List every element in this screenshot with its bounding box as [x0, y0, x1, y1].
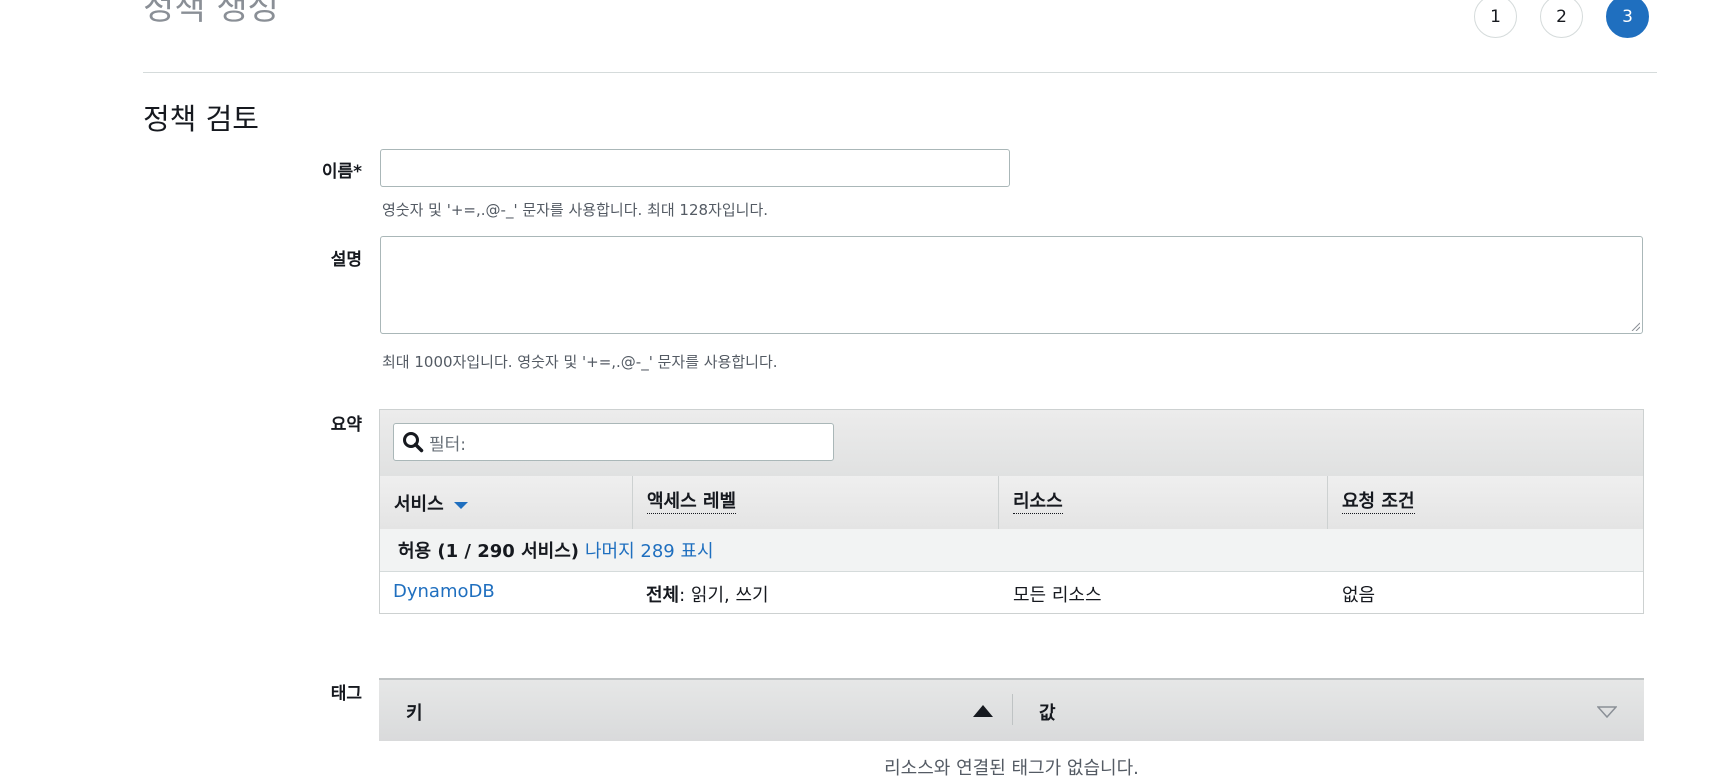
- sort-descending-icon[interactable]: [453, 500, 468, 510]
- section-title: 정책 검토: [143, 102, 259, 136]
- allow-group-row: 허용 (1 / 290 서비스) 나머지 289 표시: [380, 529, 1643, 572]
- resize-handle-icon[interactable]: [1630, 321, 1640, 331]
- filter-placeholder: 필터:: [429, 434, 467, 455]
- column-header-access-level[interactable]: 액세스 레벨: [633, 476, 999, 529]
- tags-empty-message: 리소스와 연결된 태그가 없습니다.: [884, 758, 1139, 779]
- description-label: 설명: [330, 250, 362, 270]
- summary-label: 요약: [330, 415, 362, 435]
- column-header-request-condition[interactable]: 요청 조건: [1328, 476, 1643, 529]
- column-header-resource[interactable]: 리소스: [999, 476, 1328, 529]
- description-textarea[interactable]: [380, 236, 1643, 334]
- request-condition-cell: 없음: [1342, 585, 1376, 606]
- filter-input[interactable]: 필터:: [393, 423, 834, 461]
- tags-column-divider: [1012, 694, 1013, 725]
- service-link[interactable]: DynamoDB: [393, 581, 495, 602]
- column-header-service[interactable]: 서비스: [380, 476, 633, 529]
- access-level-detail: : 읽기, 쓰기: [679, 585, 769, 606]
- sort-descending-outline-icon[interactable]: [1597, 706, 1617, 718]
- name-hint: 영숫자 및 '+=,.@-_' 문자를 사용합니다. 최대 128자입니다.: [382, 201, 769, 219]
- page-title: 정책 생성: [143, 0, 279, 28]
- resource-cell: 모든 리소스: [1013, 585, 1102, 606]
- column-header-request-condition-label: 요청 조건: [1342, 491, 1415, 514]
- sort-ascending-icon[interactable]: [973, 705, 993, 717]
- tags-label: 태그: [330, 684, 362, 704]
- step-1-indicator[interactable]: 1: [1474, 0, 1517, 38]
- tags-value-header[interactable]: 값: [1039, 699, 1056, 725]
- column-header-access-level-label: 액세스 레벨: [647, 491, 737, 514]
- description-hint: 최대 1000자입니다. 영숫자 및 '+=,.@-_' 문자를 사용합니다.: [382, 353, 778, 371]
- step-2-indicator[interactable]: 2: [1540, 0, 1583, 38]
- access-level-bold: 전체: [646, 585, 680, 606]
- summary-table: 필터: 서비스 액세스 레벨 리소스 요청 조건 허용 (1 / 290 서비스…: [379, 409, 1644, 614]
- summary-header-row: 서비스 액세스 레벨 리소스 요청 조건: [380, 476, 1643, 530]
- show-remaining-link[interactable]: 나머지 289 표시: [585, 537, 714, 563]
- tags-header-row: 키 값: [379, 678, 1644, 741]
- tags-key-header[interactable]: 키: [406, 699, 423, 725]
- search-icon: [403, 432, 424, 453]
- access-level-cell: 전체: 읽기, 쓰기: [646, 581, 769, 607]
- allow-group-label: 허용 (1 / 290 서비스): [398, 541, 579, 562]
- column-header-service-label: 서비스: [394, 493, 444, 515]
- summary-toolbar: 필터:: [380, 410, 1643, 477]
- table-row: DynamoDB 전체: 읽기, 쓰기 모든 리소스 없음: [380, 571, 1643, 613]
- name-label: 이름*: [321, 162, 362, 182]
- step-3-indicator[interactable]: 3: [1606, 0, 1649, 38]
- name-input[interactable]: [380, 149, 1010, 187]
- column-header-resource-label: 리소스: [1013, 491, 1063, 514]
- header-divider: [143, 72, 1657, 73]
